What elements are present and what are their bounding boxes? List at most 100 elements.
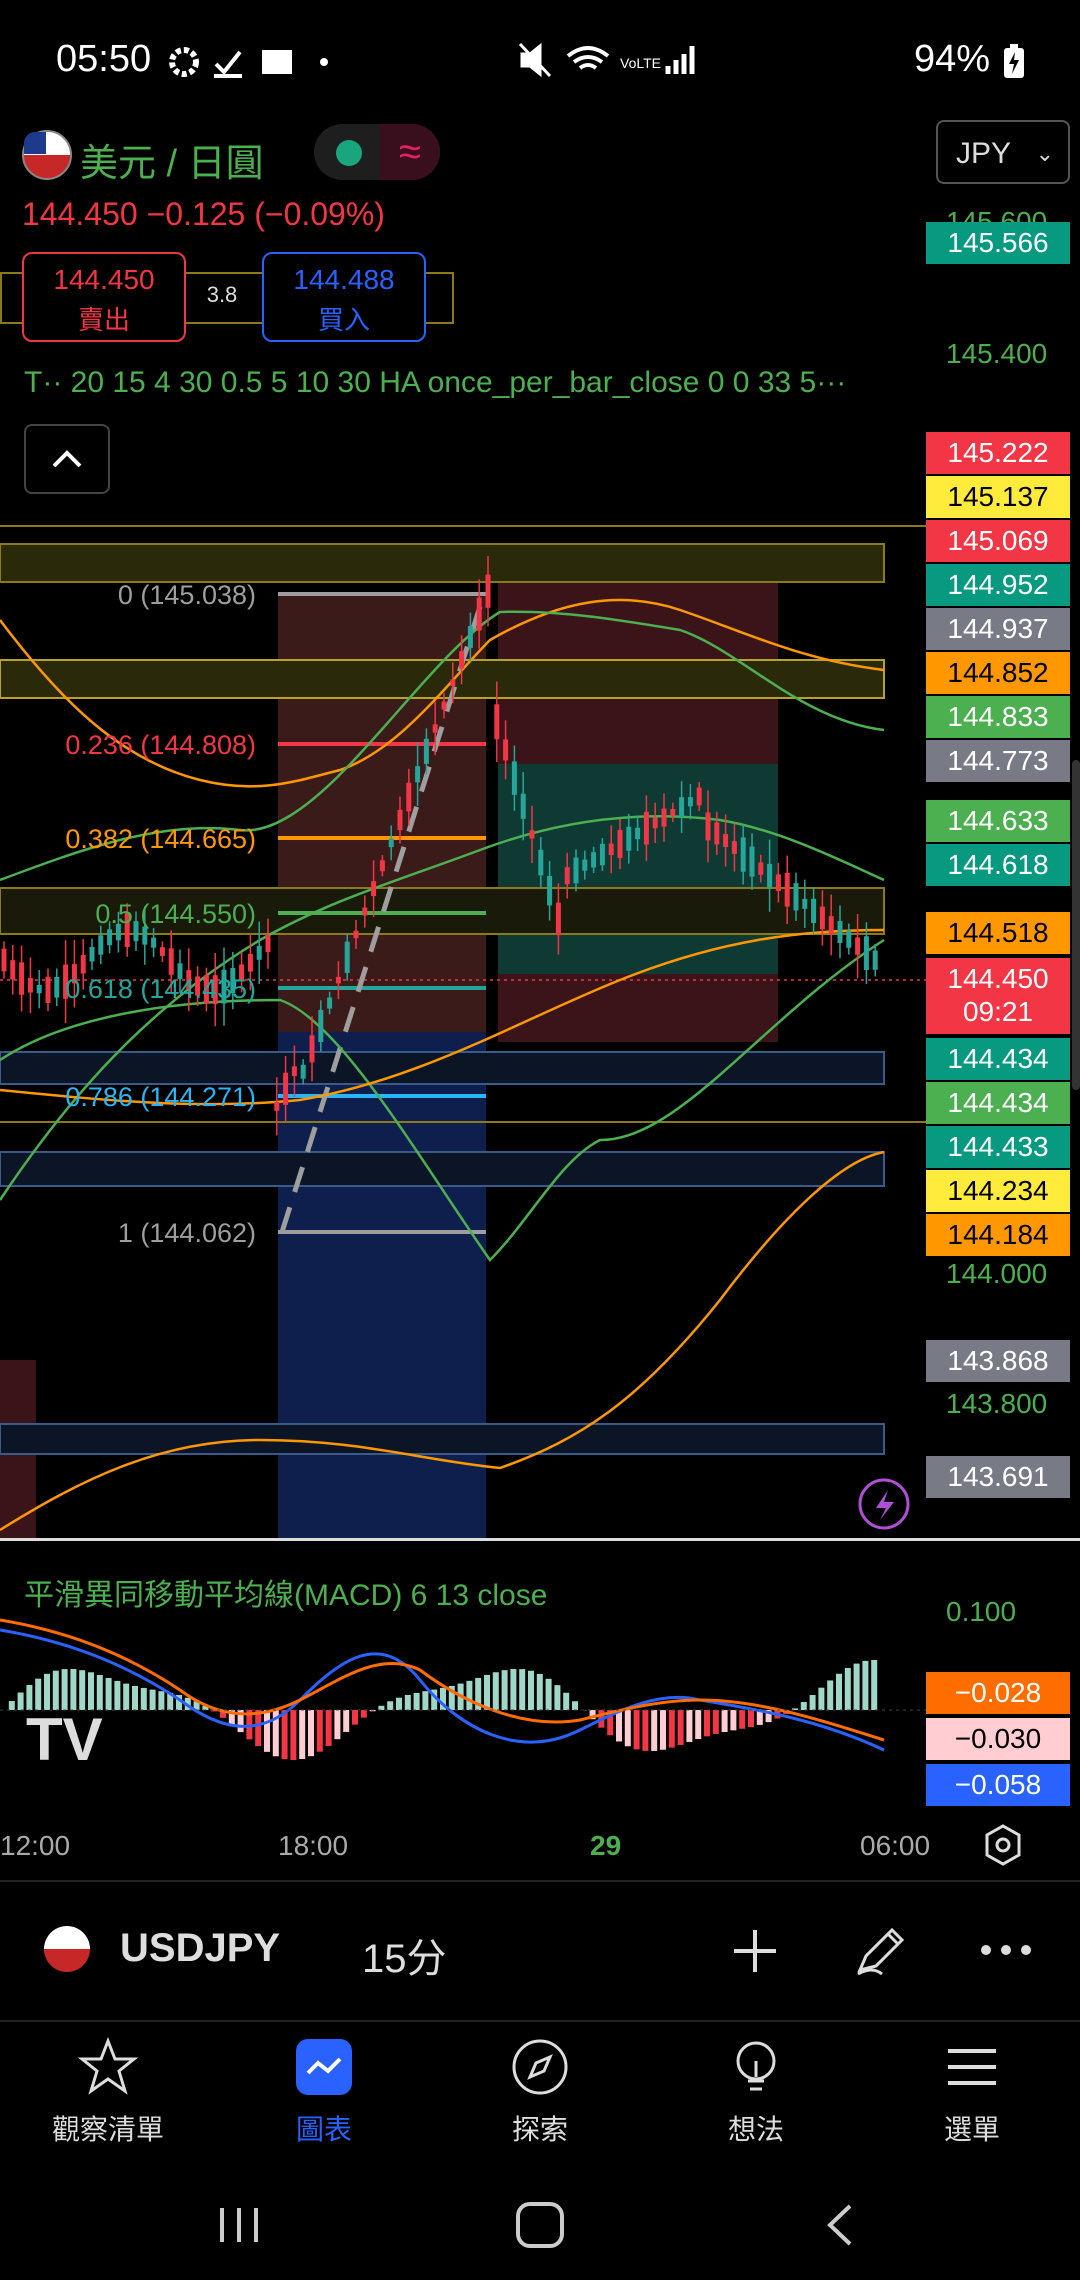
candle-body xyxy=(705,812,711,841)
scrollbar[interactable] xyxy=(1072,760,1080,1090)
candle-body xyxy=(256,945,262,960)
candle-body xyxy=(793,883,799,911)
candle-body xyxy=(503,739,509,761)
status-bar: 05:50 VoLTE 94% xyxy=(0,0,1080,120)
candle-body xyxy=(362,907,368,916)
candle-body xyxy=(476,597,482,631)
macd-bar xyxy=(721,1710,728,1733)
macd-bar xyxy=(88,1672,94,1710)
macd-bar xyxy=(96,1675,103,1710)
candle-body xyxy=(168,948,174,975)
chart-settings-icon[interactable] xyxy=(980,1822,1026,1868)
price-label: 145.222 xyxy=(926,432,1070,474)
candle-body xyxy=(371,881,377,897)
candle-body xyxy=(142,926,148,945)
candle-body xyxy=(802,898,808,909)
nav-chart[interactable]: 圖表 xyxy=(234,2032,414,2148)
candle-body xyxy=(98,935,104,955)
candle-body xyxy=(10,960,16,980)
macd-bar xyxy=(809,1695,816,1710)
pane-separator[interactable] xyxy=(0,1538,1080,1541)
candle-body xyxy=(379,860,385,872)
home-icon[interactable] xyxy=(514,2200,566,2250)
macd-bar xyxy=(536,1673,543,1710)
add-icon[interactable] xyxy=(730,1926,780,1976)
dot-icon xyxy=(320,58,328,66)
candle-body xyxy=(819,906,825,930)
bottom-toolbar: USDJPY 15分 xyxy=(0,1880,1080,2022)
status-icons-right: VoLTE xyxy=(518,42,695,78)
candle-body xyxy=(247,953,253,972)
nav-menu[interactable]: 選單 xyxy=(882,2032,1062,2148)
candle-body xyxy=(406,782,412,812)
candle-body xyxy=(450,679,456,687)
price-label: 144.633 xyxy=(926,800,1070,842)
recent-apps-icon[interactable] xyxy=(214,2200,264,2250)
chevron-down-icon: ⌄ xyxy=(1035,141,1054,166)
candle-body xyxy=(415,766,421,783)
candle-body xyxy=(573,857,579,884)
candle-body xyxy=(36,985,42,994)
macd-bar xyxy=(132,1685,138,1710)
drawing-tools-icon[interactable] xyxy=(852,1922,908,1978)
candle-body xyxy=(696,787,702,806)
fib-label-0618: 0.618 (144.435) xyxy=(65,974,256,1004)
candle-body xyxy=(423,738,429,764)
timeframe-button[interactable]: 15分 xyxy=(362,1926,447,1984)
nav-menu-label: 選單 xyxy=(943,2114,1000,2145)
collapse-legend-button[interactable] xyxy=(24,424,110,494)
macd-scale-text: 0.100 xyxy=(946,1596,1017,1627)
symbol-title[interactable]: 美元 / 日圓 xyxy=(80,132,264,187)
candle-body xyxy=(467,626,473,648)
macd-bar xyxy=(105,1677,112,1710)
currency-select[interactable]: JPY ⌄ xyxy=(936,120,1070,184)
sell-button[interactable]: 144.450 賣出 xyxy=(22,252,186,342)
candle-body xyxy=(485,574,491,608)
macd-bar xyxy=(149,1689,156,1710)
price-label: 143.691 xyxy=(926,1456,1070,1498)
nav-ideas[interactable]: 想法 xyxy=(666,2032,846,2148)
nav-explore[interactable]: 探索 xyxy=(450,2032,630,2148)
macd-bar xyxy=(510,1669,517,1710)
macd-bar xyxy=(853,1663,860,1710)
macd-bar xyxy=(800,1702,807,1710)
nav-watchlist[interactable]: 觀察清單 xyxy=(18,2032,198,2148)
more-options-icon[interactable] xyxy=(978,1942,1034,1958)
price-chart[interactable]: 0 (145.038) 0.236 (144.808) 0.382 (144.6… xyxy=(0,520,926,1540)
macd-chart[interactable]: TV xyxy=(0,1600,926,1820)
candle-body xyxy=(318,1009,324,1042)
candle-body xyxy=(855,937,861,955)
symbol-button[interactable]: USDJPY xyxy=(120,1926,280,1971)
macd-bar xyxy=(633,1710,640,1750)
macd-bar xyxy=(660,1710,666,1750)
fib-label-1: 1 (144.062) xyxy=(118,1218,256,1248)
price-label: 144.833 xyxy=(926,696,1070,738)
candle-body xyxy=(529,830,535,839)
buy-button[interactable]: 144.488 買入 xyxy=(262,252,426,342)
fib-zone-lower xyxy=(278,1032,486,1540)
macd-bar xyxy=(334,1710,341,1740)
wave-icon: ≈ xyxy=(380,124,440,180)
back-icon[interactable] xyxy=(820,2200,860,2250)
nav-chart-label: 圖表 xyxy=(295,2114,352,2145)
candle-body xyxy=(846,930,852,948)
spread-value: 3.8 xyxy=(206,282,238,307)
candle-body xyxy=(591,852,597,868)
candle-body xyxy=(388,838,394,848)
candle-body xyxy=(397,809,403,831)
macd-bar xyxy=(123,1683,130,1710)
system-navigation xyxy=(0,2170,1080,2280)
currency-select-value: JPY xyxy=(956,137,1012,170)
macd-bar xyxy=(466,1680,473,1710)
macd-bar xyxy=(79,1670,86,1710)
market-status-pill[interactable]: ≈ xyxy=(314,124,440,180)
candle-body xyxy=(775,874,781,892)
macd-bar xyxy=(70,1669,77,1710)
macd-bar xyxy=(360,1710,367,1718)
macd-bar xyxy=(378,1705,385,1710)
fib-label-0: 0 (145.038) xyxy=(118,580,256,610)
strategy-legend[interactable]: T·· 20 15 4 30 0.5 5 10 30 HA once_per_b… xyxy=(24,366,846,400)
candle-body xyxy=(811,898,817,924)
macd-bar xyxy=(844,1668,851,1710)
bar-countdown: 09:21 xyxy=(926,994,1070,1034)
